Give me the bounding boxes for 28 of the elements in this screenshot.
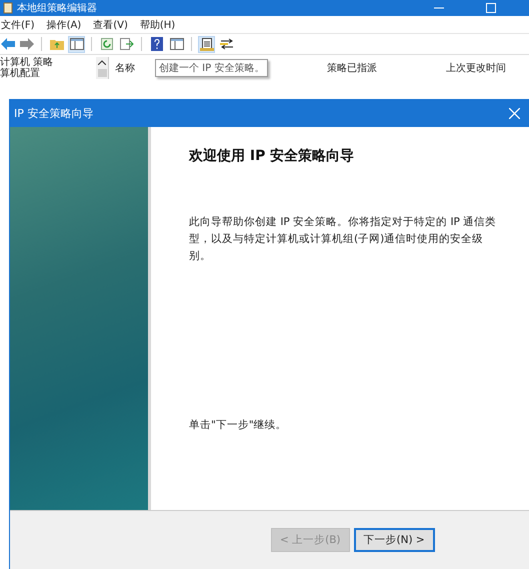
menu-item[interactable]: 操作(A) xyxy=(46,18,82,32)
column-header[interactable]: 策略已指派 xyxy=(327,61,446,75)
help-icon[interactable] xyxy=(150,37,162,51)
scrollbar[interactable] xyxy=(96,57,108,79)
back-arrow-icon[interactable] xyxy=(1,38,15,50)
tree-item[interactable]: 计算机 策略 xyxy=(0,57,96,68)
next-button[interactable]: 下一步(N) > xyxy=(354,528,435,552)
column-header[interactable]: 上次更改时间 xyxy=(446,61,506,75)
document-icon xyxy=(3,2,13,14)
dialog-title: IP 安全策略向导 xyxy=(14,106,94,120)
export-icon[interactable] xyxy=(120,38,134,50)
window-title: 本地组策略编辑器 xyxy=(17,2,97,15)
wizard-instruction: 单击"下一步"继续。 xyxy=(189,418,288,432)
wizard-heading: 欢迎使用 IP 安全策略向导 xyxy=(189,147,356,165)
menu-item[interactable]: 查看(V) xyxy=(93,18,128,32)
menu-item[interactable]: 文件(F) xyxy=(1,18,35,32)
arrows-icon[interactable] xyxy=(220,38,234,50)
panel-icon[interactable] xyxy=(170,38,184,50)
tree-item[interactable]: 算机配置 xyxy=(0,68,96,79)
menu-item[interactable]: 帮助(H) xyxy=(140,18,176,32)
maximize-icon[interactable] xyxy=(486,3,496,13)
document-icon[interactable] xyxy=(200,37,214,51)
tooltip: 创建一个 IP 安全策略。 xyxy=(155,59,268,77)
close-icon[interactable] xyxy=(509,108,520,118)
panel-icon[interactable] xyxy=(70,38,84,50)
folder-icon[interactable] xyxy=(50,38,64,50)
refresh-icon[interactable] xyxy=(100,38,112,50)
wizard-description: 此向导帮助你创建 IP 安全策略。你将指定对于特定的 IP 通信类型，以及与特定计算机或计算机组(子网)通信时使用的安全级别。 xyxy=(189,215,498,264)
